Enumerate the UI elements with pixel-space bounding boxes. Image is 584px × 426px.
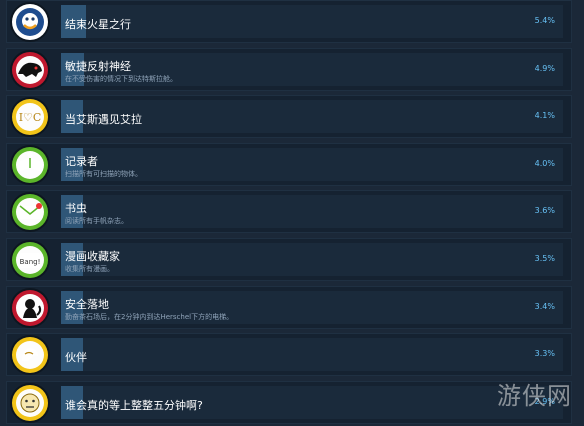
achievement-description: 扫描所有可扫描的物体。 (65, 169, 142, 178)
achievement-name: 敏捷反射神经 (65, 59, 131, 73)
face-icon (9, 381, 51, 425)
achievement-row[interactable]: 书虫 阅读所有手帆杂志。 3.6% (6, 190, 572, 234)
unlock-percent: 3.3% (534, 349, 555, 359)
svg-text:Bang!: Bang! (20, 258, 41, 266)
unlock-percent: 4.9% (534, 63, 555, 73)
achievement-description: 阅读所有手帆杂志。 (65, 217, 128, 226)
achievement-row[interactable]: 安全落地 勤奋茶石场后，在2分钟内到达Herschel下方的电梯。 3.4% (6, 285, 572, 330)
achievement-name: 漫画收藏家 (65, 250, 120, 263)
achievement-name: 当艾斯遇见艾拉 (65, 113, 142, 127)
progress-track (61, 338, 563, 372)
progress-track (61, 243, 563, 276)
book-icon (9, 143, 51, 187)
achievement-name: 安全落地 (65, 297, 109, 311)
hand-icon (9, 333, 51, 377)
mail-icon (9, 190, 51, 234)
achievement-row[interactable]: 结束火星之行 5.4% (6, 0, 572, 43)
achievement-description: 在不受伤害的情况下到达特斯拉舱。 (65, 74, 177, 83)
achievement-row[interactable]: 谁会真的等上整整五分钟啊? 2.9% (6, 380, 572, 425)
monkey-icon (9, 286, 51, 330)
achievement-description: 收集所有漫画。 (65, 265, 114, 273)
svg-text:I♡C: I♡C (19, 111, 42, 124)
achievement-name: 记录者 (65, 154, 98, 168)
achievement-row[interactable]: 敏捷反射神经 在不受伤害的情况下到达特斯拉舱。 4.9% (6, 47, 572, 92)
comic-icon: Bang! (9, 238, 51, 282)
unlock-percent: 3.6% (534, 206, 555, 216)
achievement-description: 勤奋茶石场后，在2分钟内到达Herschel下方的电梯。 (65, 312, 234, 321)
achievement-name: 结束火星之行 (65, 18, 131, 31)
achievement-list: 结束火星之行 5.4% 敏捷反射神经 在不受伤害的情况下到达特斯拉舱。 4.9% I♡C 当… (0, 0, 584, 426)
unlock-percent: 3.5% (534, 254, 555, 263)
unlock-percent: 4.1% (534, 111, 555, 121)
achievement-name: 谁会真的等上整整五分钟啊? (65, 398, 203, 412)
progress-track (61, 5, 563, 38)
achievement-name: 书虫 (65, 202, 87, 216)
duck-icon (9, 0, 51, 44)
achievement-row[interactable]: 记录者 扫描所有可扫描的物体。 4.0% (6, 142, 572, 187)
unlock-percent: 5.4% (534, 16, 555, 25)
unlock-percent: 4.0% (534, 158, 555, 168)
unlock-percent: 3.4% (534, 301, 555, 311)
achievement-row[interactable]: Bang! 漫画收藏家收集所有漫画。 3.5% (6, 238, 572, 281)
achievement-name: 伙伴 (65, 351, 87, 365)
achievement-row[interactable]: I♡C 当艾斯遇见艾拉 4.1% (6, 95, 572, 139)
hearts-icon: I♡C (9, 95, 51, 139)
progress-track (61, 195, 563, 229)
achievement-row[interactable]: 伙伴 3.3% (6, 333, 572, 377)
creature-icon (9, 48, 51, 92)
unlock-percent: 2.9% (534, 396, 555, 406)
